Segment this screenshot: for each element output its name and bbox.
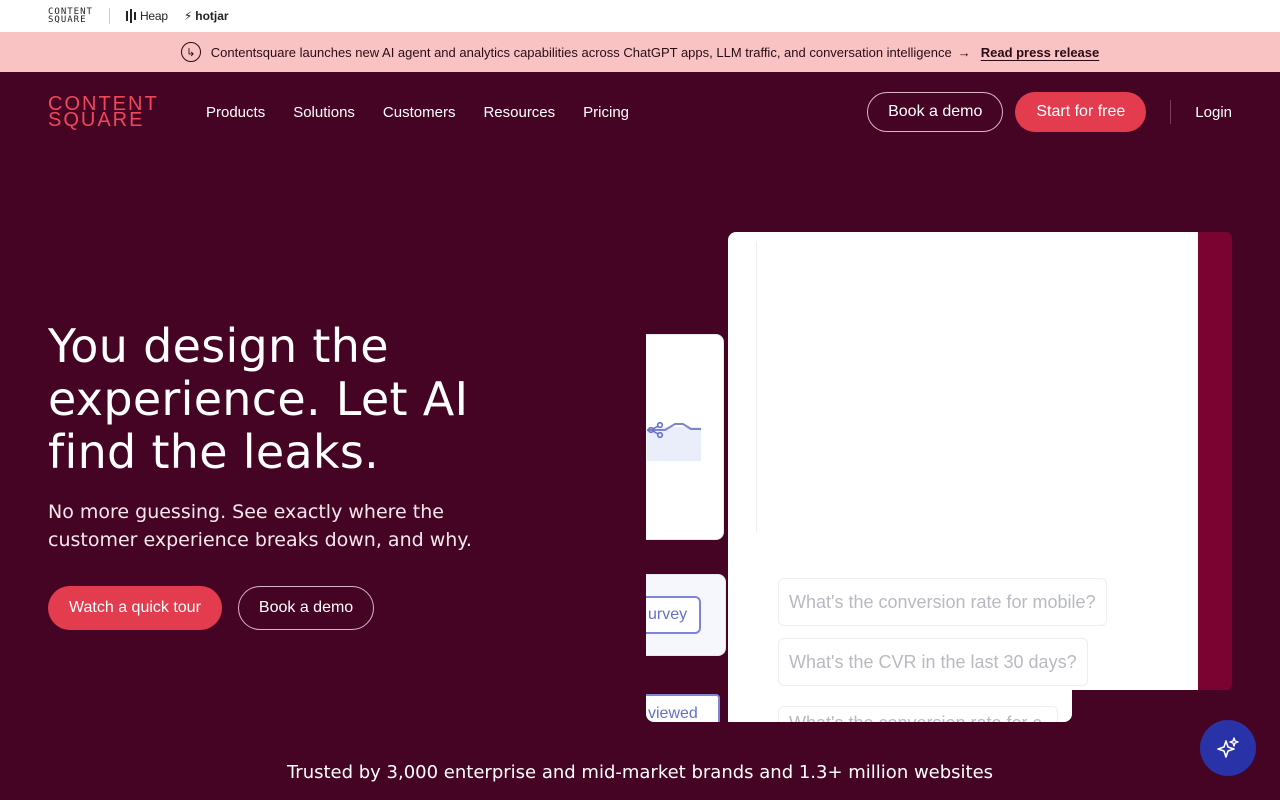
clock-arrow-icon: ↳ bbox=[180, 42, 201, 62]
nav-pricing[interactable]: Pricing bbox=[583, 104, 629, 121]
announcement-bar: ↳ Contentsquare launches new AI agent an… bbox=[0, 32, 1280, 72]
heap-logo[interactable]: Heap bbox=[125, 9, 168, 23]
suggested-question[interactable]: What's the CVR in the last 30 days? bbox=[778, 638, 1088, 686]
visual-accent-strip bbox=[1198, 232, 1232, 690]
heap-icon bbox=[125, 9, 136, 23]
share-icon[interactable] bbox=[647, 421, 665, 439]
panel-divider bbox=[756, 242, 757, 532]
press-release-link[interactable]: Read press release bbox=[981, 45, 1100, 60]
announcement-text: Contentsquare launches new AI agent and … bbox=[210, 44, 952, 60]
nav-resources[interactable]: Resources bbox=[483, 104, 555, 121]
hotjar-icon: ⚡ bbox=[183, 9, 193, 23]
trusted-by-text: Trusted by 3,000 enterprise and mid-mark… bbox=[286, 762, 994, 783]
nav-links: Products Solutions Customers Resources P… bbox=[206, 104, 629, 121]
main-nav: CONTENT SQUARE Products Solutions Custom… bbox=[0, 72, 1280, 152]
nav-customers[interactable]: Customers bbox=[383, 104, 456, 121]
suggested-question[interactable]: What's the conversion rate for mobile? bbox=[778, 578, 1107, 626]
hero-subtitle: No more guessing. See exactly where the … bbox=[48, 501, 472, 551]
hero-title: You design the experience. Let AI find t… bbox=[48, 319, 469, 479]
hero-ctas: Watch a quick tour Book a demo bbox=[48, 586, 375, 630]
contentsquare-logo[interactable]: CONTENT SQUARE bbox=[48, 94, 158, 130]
watch-tour-button[interactable]: Watch a quick tour bbox=[48, 586, 222, 630]
nav-products[interactable]: Products bbox=[206, 104, 265, 121]
start-free-button[interactable]: Start for free bbox=[1015, 92, 1147, 132]
suggested-question[interactable]: What's the conversion rate for c bbox=[778, 706, 1058, 722]
sparkles-icon bbox=[1217, 737, 1239, 758]
contentsquare-mini-logo[interactable]: CONTENT SQUARE bbox=[48, 8, 93, 25]
ai-assistant-button[interactable] bbox=[1200, 720, 1256, 776]
login-link[interactable]: Login bbox=[1195, 104, 1232, 121]
nav-actions: Book a demo Start for free Login bbox=[867, 92, 1232, 132]
arrow-right-icon: → bbox=[957, 44, 971, 60]
dashboard-panel: urvey viewed bbox=[646, 274, 756, 722]
hotjar-logo[interactable]: ⚡ hotjar bbox=[184, 9, 229, 23]
survey-pill[interactable]: urvey bbox=[646, 596, 702, 634]
chart-card bbox=[646, 334, 724, 540]
brand-strip: CONTENT SQUARE Heap ⚡ hotjar bbox=[0, 0, 1280, 32]
nav-solutions[interactable]: Solutions bbox=[293, 104, 355, 121]
hero-book-demo-button[interactable]: Book a demo bbox=[237, 586, 375, 630]
viewed-pill[interactable]: viewed bbox=[646, 694, 720, 722]
product-visual: urvey viewed What's the conversion rate … bbox=[646, 232, 1232, 722]
book-demo-button[interactable]: Book a demo bbox=[867, 92, 1004, 132]
brand-divider bbox=[108, 8, 110, 24]
nav-divider bbox=[1170, 100, 1172, 124]
